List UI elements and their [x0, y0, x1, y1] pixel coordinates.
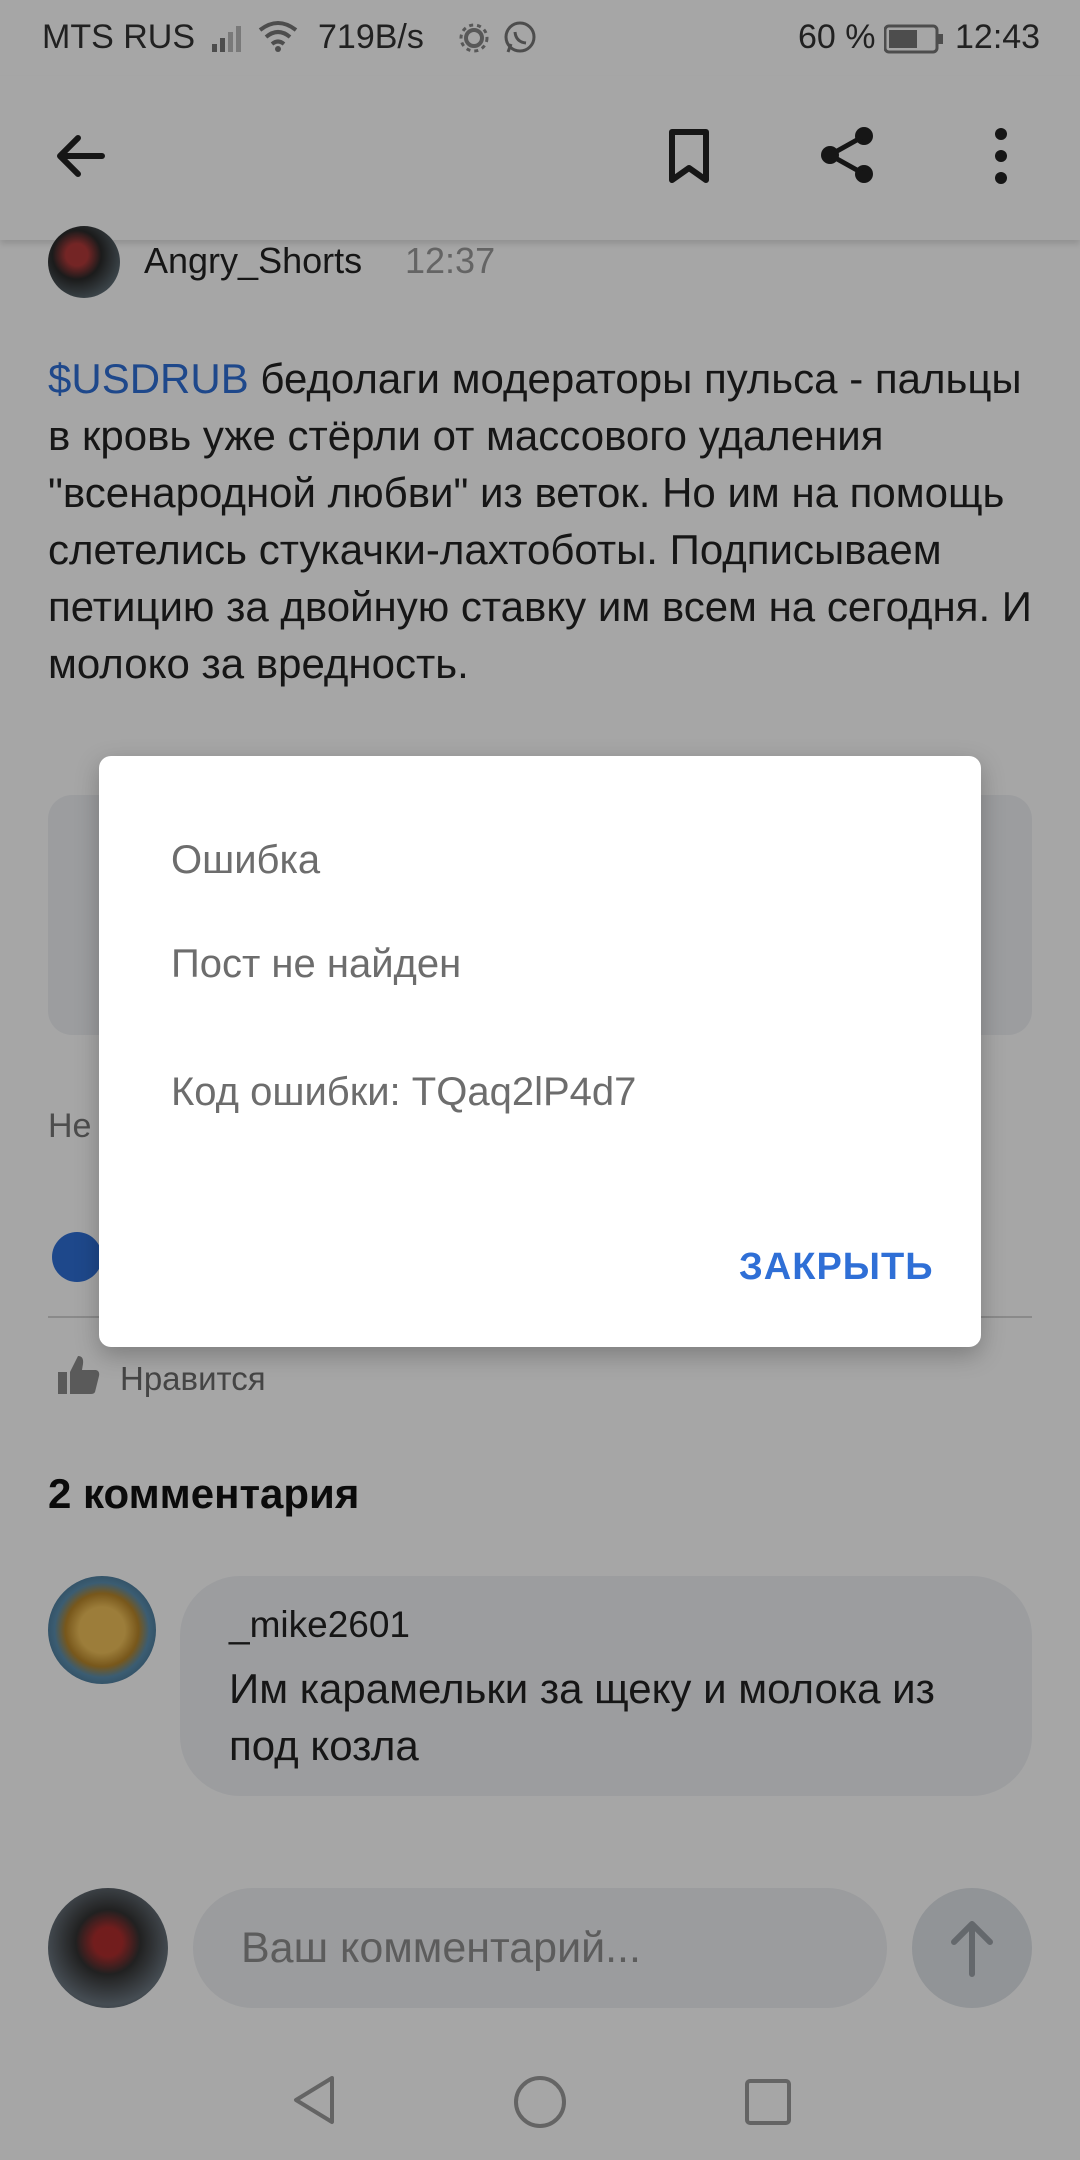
dialog-message: Пост не найден: [171, 942, 462, 986]
error-code-label: Код ошибки:: [171, 1070, 412, 1114]
close-button[interactable]: ЗАКРЫТЬ: [739, 1246, 934, 1289]
dialog-title: Ошибка: [171, 838, 321, 882]
error-code-value: TQaq2lP4d7: [411, 1070, 637, 1114]
dialog-error-code: Код ошибки: TQaq2lP4d7: [171, 1070, 636, 1115]
error-dialog: Ошибка Пост не найден Код ошибки: TQaq2l…: [99, 756, 981, 1347]
